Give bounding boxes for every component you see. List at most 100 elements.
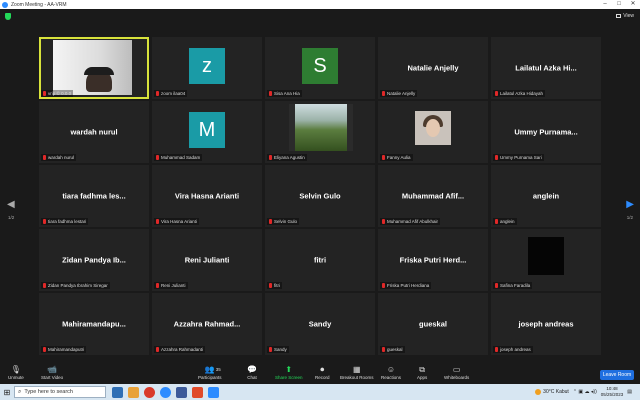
participant-tile[interactable]: fitri fitri xyxy=(265,229,375,291)
window-controls: – □ ✕ xyxy=(598,0,640,9)
windows-start-icon[interactable]: ⊞ xyxy=(0,384,14,400)
unmute-label: Unmute xyxy=(8,375,24,380)
reactions-label: Reactions xyxy=(381,375,402,380)
taskbar-search-input[interactable]: ⌕ Type here to search xyxy=(14,386,106,398)
muted-mic-icon xyxy=(43,283,46,288)
apps-button[interactable]: ⧉ Apps xyxy=(417,364,427,380)
participant-name-label: gueskal xyxy=(387,347,403,352)
participant-tile[interactable]: Azzahra Rahmad... Azzahra Rahmadanti xyxy=(152,293,262,355)
whiteboards-button[interactable]: ▭ Whiteboards xyxy=(444,364,469,380)
muted-microphone-icon: 🎙 xyxy=(10,365,21,374)
participant-tile[interactable]: vrip © 0.0.0 xyxy=(39,37,149,99)
share-screen-button[interactable]: ⬆ Share Screen xyxy=(275,364,303,380)
participant-tile[interactable]: M Muhammad Sadam xyxy=(152,101,262,163)
muted-mic-icon xyxy=(156,155,159,160)
participant-name-label: Ummy Purnama Sari xyxy=(500,155,542,160)
participant-name-label: Muhammad Afif Abulkhair xyxy=(387,219,439,224)
participant-tile[interactable]: Vira Hasna Arianti Vira Hasna Arianti xyxy=(152,165,262,227)
participant-tile[interactable]: wardah nurul wardah nurul xyxy=(39,101,149,163)
participant-caption: wardah nurul xyxy=(41,154,77,161)
weather-text: 30°C Kabut xyxy=(543,389,569,395)
file-explorer-icon[interactable] xyxy=(128,386,139,398)
participant-tile[interactable]: Zidan Pandya Ib... Zidan Pandya Ibrahim S… xyxy=(39,229,149,291)
participant-name-label: tiara fadhma lestari xyxy=(48,219,87,224)
app-icon[interactable] xyxy=(176,386,187,398)
participant-tile[interactable]: S Sisa Ana Hia xyxy=(265,37,375,99)
next-page-arrow-icon[interactable]: ▶ xyxy=(626,199,634,210)
notifications-icon[interactable]: ▤ xyxy=(627,389,632,395)
minimize-button[interactable]: – xyxy=(598,0,612,9)
participant-caption: Sandy xyxy=(267,346,289,353)
chrome-icon[interactable] xyxy=(144,386,155,398)
participant-name-label: vrip © 0.0.0 xyxy=(48,91,72,96)
participant-tile[interactable]: Lailatul Azka Hi... Lailatul Azka Hidayah xyxy=(491,37,601,99)
muted-mic-icon xyxy=(156,283,159,288)
task-view-icon[interactable] xyxy=(112,386,123,398)
record-button[interactable]: ⏺ Record xyxy=(315,364,330,380)
avatar: M xyxy=(189,112,225,149)
muted-mic-icon xyxy=(382,91,385,96)
participant-tile[interactable]: Mahiramandapu... Mahiramandaputri xyxy=(39,293,149,355)
participant-tile[interactable]: joseph andreas joseph andreas xyxy=(491,293,601,355)
close-button[interactable]: ✕ xyxy=(626,0,640,9)
participant-display-name: wardah nurul xyxy=(70,127,118,137)
participants-button[interactable]: 👥 35 Participants xyxy=(198,364,222,380)
reactions-button[interactable]: ☺ Reactions xyxy=(381,364,401,380)
participant-caption: Azzahra Rahmadanti xyxy=(154,346,206,353)
profile-photo xyxy=(528,237,564,275)
participant-display-name: Sandy xyxy=(308,319,332,329)
participant-name-label: Selvin Gulo xyxy=(274,219,298,224)
muted-mic-icon xyxy=(495,219,498,224)
muted-mic-icon xyxy=(269,91,272,96)
tray-icons[interactable]: ⌃ ▣ ☁ ◂)) xyxy=(573,389,597,395)
participant-tile[interactable]: Eliyana Agustin xyxy=(265,101,375,163)
participant-tile[interactable]: Natalie Anjelly Natalie Anjelly xyxy=(378,37,488,99)
muted-mic-icon xyxy=(495,347,498,352)
participant-tile[interactable]: Ummy Purnama... Ummy Purnama Sari xyxy=(491,101,601,163)
maximize-button[interactable]: □ xyxy=(612,0,626,9)
breakout-rooms-button[interactable]: ▦ Breakout Rooms xyxy=(340,364,374,380)
participant-name-label: Lailatul Azka Hidayah xyxy=(500,91,544,96)
zoom-taskbar-icon[interactable] xyxy=(160,386,171,398)
previous-page-arrow-icon[interactable]: ◀ xyxy=(7,199,15,210)
zoom-logo-icon xyxy=(2,1,8,8)
clock[interactable]: 10:48 05/25/2023 xyxy=(601,386,624,398)
participant-tile[interactable]: gueskal gueskal xyxy=(378,293,488,355)
muted-mic-icon xyxy=(382,283,385,288)
participant-tile[interactable]: Reni Julianti Reni Julianti xyxy=(152,229,262,291)
search-placeholder: Type here to search xyxy=(24,389,73,395)
participant-tile[interactable]: Selvin Gulo Selvin Gulo xyxy=(265,165,375,227)
participant-name-label: Eliyana Agustin xyxy=(274,155,305,160)
view-label: View xyxy=(623,13,634,19)
participant-tile[interactable]: z zoom ilaa04 xyxy=(152,37,262,99)
participant-name-label: Safina Faradila xyxy=(500,283,531,288)
apps-icon: ⧉ xyxy=(419,365,425,374)
participant-tile[interactable]: Fanny Aulia xyxy=(378,101,488,163)
participant-tile[interactable]: anglein anglein xyxy=(491,165,601,227)
shield-icon[interactable] xyxy=(5,13,11,20)
participant-caption: Lailatul Azka Hidayah xyxy=(493,90,546,97)
view-button[interactable]: View xyxy=(616,13,634,19)
participant-name-label: Mahiramandaputri xyxy=(48,347,85,352)
app-icon[interactable] xyxy=(192,386,203,398)
participant-name-label: joseph andreas xyxy=(500,347,531,352)
participant-name-label: wardah nurul xyxy=(48,155,75,160)
participant-caption: Ummy Purnama Sari xyxy=(493,154,544,161)
muted-mic-icon xyxy=(382,347,385,352)
participants-icon: 👥 35 xyxy=(204,365,221,374)
weather-widget[interactable]: 30°C Kabut xyxy=(535,389,569,395)
participant-tile[interactable]: Sandy Sandy xyxy=(265,293,375,355)
participant-display-name: Zidan Pandya Ib... xyxy=(62,255,126,265)
chat-button[interactable]: 💬 Chat xyxy=(247,364,257,380)
participant-tile[interactable]: tiara fadhma les... tiara fadhma lestari xyxy=(39,165,149,227)
unmute-button[interactable]: 🎙 Unmute xyxy=(8,364,24,380)
participant-tile[interactable]: Friska Putri Herd... Friska Putri Herdian… xyxy=(378,229,488,291)
leave-room-button[interactable]: Leave Room xyxy=(600,370,634,380)
participant-tile[interactable]: Safina Faradila xyxy=(491,229,601,291)
participant-tile[interactable]: Muhammad Afif... Muhammad Afif Abulkhair xyxy=(378,165,488,227)
profile-photo xyxy=(415,111,451,145)
participant-name-label: Zidan Pandya Ibrahim Siregar xyxy=(48,283,108,288)
participant-caption: Muhammad Afif Abulkhair xyxy=(380,218,441,225)
app-icon[interactable] xyxy=(208,386,219,398)
start-video-button[interactable]: 📹 Start Video xyxy=(41,364,63,380)
